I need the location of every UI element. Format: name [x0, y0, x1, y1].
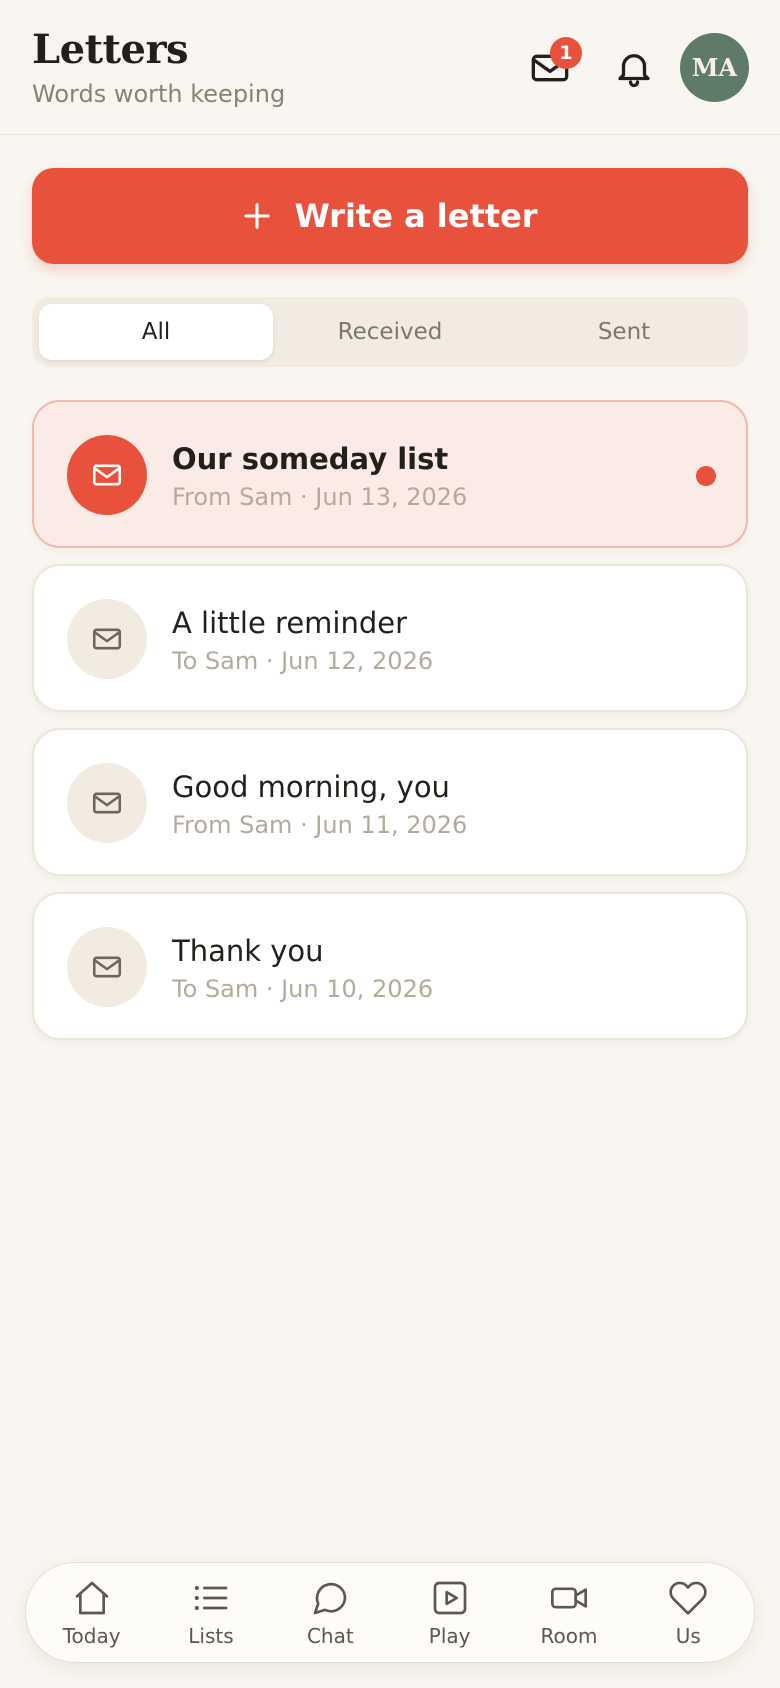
- nav-label: Room: [540, 1623, 598, 1648]
- plus-icon: [242, 201, 272, 231]
- avatar[interactable]: MA: [680, 33, 749, 102]
- app-header: Letters Words worth keeping 1 MA: [0, 0, 780, 135]
- list-icon: [194, 1585, 228, 1610]
- letter-card[interactable]: A little reminder To Sam · Jun 12, 2026: [32, 564, 748, 712]
- tab-sent[interactable]: Sent: [507, 304, 741, 360]
- nav-label: Us: [675, 1623, 701, 1648]
- nav-item-lists[interactable]: Lists: [156, 1578, 266, 1648]
- letter-meta: To Sam · Jun 12, 2026: [172, 647, 434, 675]
- write-letter-button[interactable]: Write a letter: [32, 168, 748, 264]
- letter-card[interactable]: Good morning, you From Sam · Jun 11, 202…: [32, 728, 748, 876]
- letters-list: Our someday list From Sam · Jun 13, 2026…: [32, 400, 748, 1056]
- letter-card[interactable]: Our someday list From Sam · Jun 13, 2026: [32, 400, 748, 548]
- envelope-icon: [92, 956, 122, 978]
- nav-label: Lists: [188, 1623, 234, 1648]
- envelope-icon: [92, 792, 122, 814]
- home-icon: [75, 1581, 108, 1614]
- letter-icon-circle: [67, 763, 147, 843]
- nav-item-room[interactable]: Room: [514, 1578, 624, 1648]
- bell-icon: [618, 54, 650, 88]
- unread-indicator-dot: [696, 466, 716, 486]
- letter-icon-circle: [67, 435, 147, 515]
- letter-icon-circle: [67, 599, 147, 679]
- envelope-icon: [92, 464, 122, 486]
- chat-bubble-icon: [313, 1582, 347, 1614]
- letter-title: Our someday list: [172, 442, 449, 476]
- page-title: Letters: [32, 26, 189, 73]
- envelope-icon: [92, 628, 122, 650]
- play-icon: [433, 1581, 466, 1614]
- heart-icon: [669, 1581, 707, 1615]
- letter-filter-tabs: All Received Sent: [32, 297, 748, 367]
- page-subtitle: Words worth keeping: [32, 80, 286, 108]
- nav-item-today[interactable]: Today: [37, 1578, 147, 1648]
- nav-item-us[interactable]: Us: [633, 1578, 743, 1648]
- write-letter-label: Write a letter: [294, 197, 538, 235]
- nav-label: Today: [62, 1623, 121, 1648]
- letter-card[interactable]: Thank you To Sam · Jun 10, 2026: [32, 892, 748, 1040]
- tab-all[interactable]: All: [39, 304, 273, 360]
- letter-icon-circle: [67, 927, 147, 1007]
- video-icon: [550, 1587, 587, 1608]
- tab-received[interactable]: Received: [273, 304, 507, 360]
- letter-meta: From Sam · Jun 11, 2026: [172, 811, 468, 839]
- unread-count-badge: 1: [550, 37, 582, 69]
- letter-title: A little reminder: [172, 606, 408, 640]
- nav-label: Play: [428, 1623, 471, 1648]
- letter-title: Good morning, you: [172, 770, 450, 804]
- letter-meta: From Sam · Jun 13, 2026: [172, 483, 468, 511]
- letter-meta: To Sam · Jun 10, 2026: [172, 975, 434, 1003]
- bottom-nav: Today Lists Chat Play Room Us: [25, 1562, 755, 1663]
- nav-label: Chat: [306, 1623, 354, 1648]
- nav-item-chat[interactable]: Chat: [275, 1578, 385, 1648]
- letter-title: Thank you: [172, 934, 324, 968]
- notifications-button[interactable]: [606, 40, 662, 96]
- nav-item-play[interactable]: Play: [395, 1578, 505, 1648]
